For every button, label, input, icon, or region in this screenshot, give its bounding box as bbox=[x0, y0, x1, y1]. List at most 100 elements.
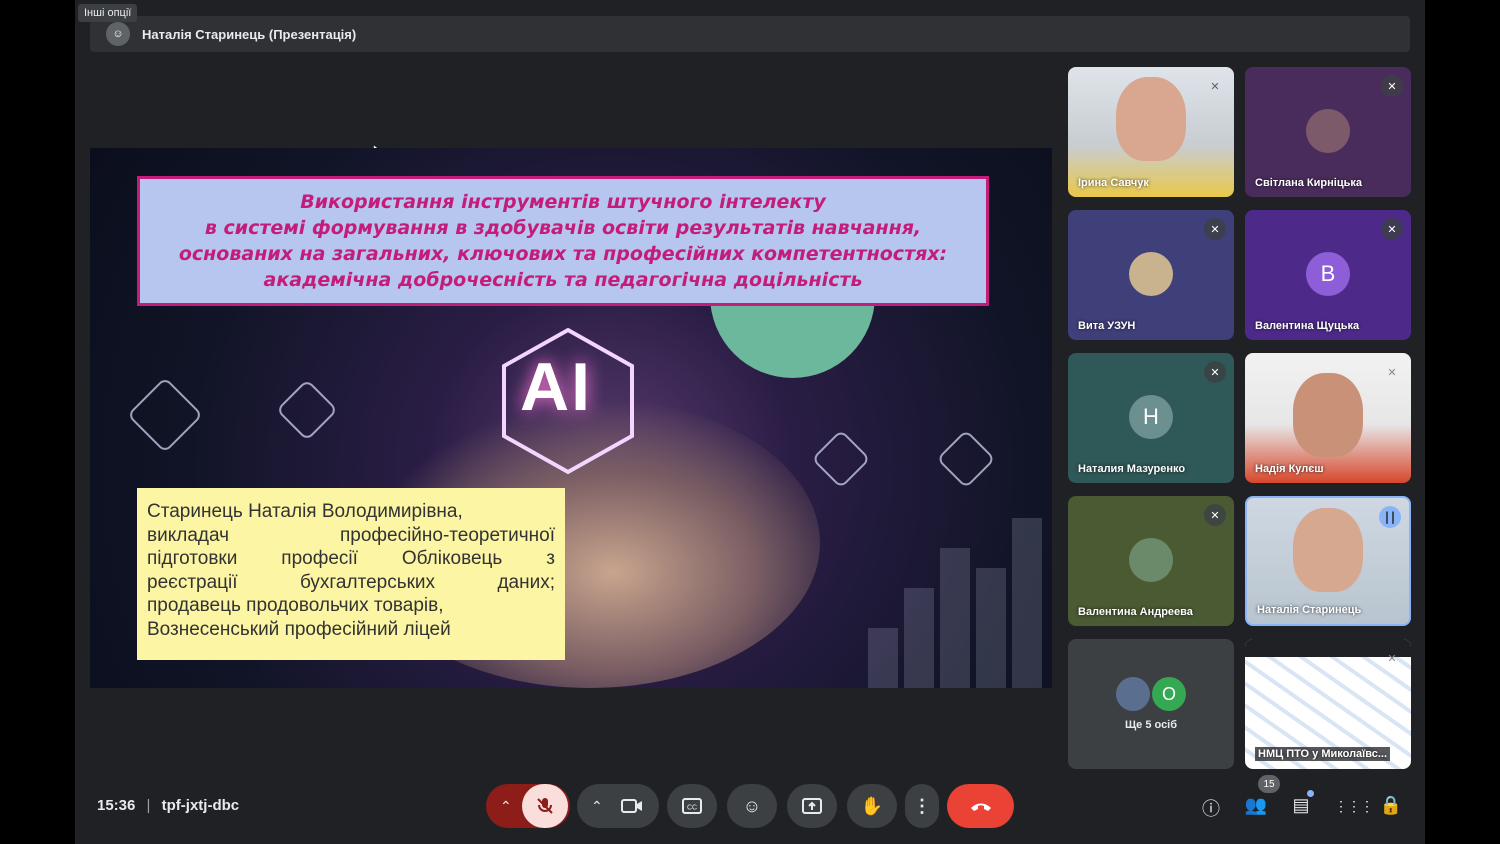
activities-icon: ⋮⋮⋮ bbox=[1334, 798, 1374, 814]
mic-off-icon: ✕ bbox=[1387, 366, 1397, 379]
shared-slide: AI Використання інструментів штучного ін… bbox=[90, 148, 1052, 688]
separator: | bbox=[146, 797, 151, 814]
participant-name: Світлана Кирніцька bbox=[1255, 177, 1362, 189]
people-icon: 👥 bbox=[1244, 795, 1268, 815]
meeting-time: 15:36 bbox=[97, 797, 136, 814]
reactions-button[interactable]: ☺ bbox=[727, 784, 777, 828]
slide-bar-decoration bbox=[868, 518, 1042, 688]
brain-hex-icon bbox=[936, 429, 996, 489]
avatar bbox=[1116, 677, 1150, 711]
more-options-button[interactable]: ⋮ bbox=[905, 784, 939, 828]
host-controls-button[interactable]: 🔒 bbox=[1379, 795, 1403, 816]
video-options-button[interactable]: ⌃ bbox=[577, 784, 659, 828]
participant-tile-speaking[interactable]: ∣∣ Наталія Старинець bbox=[1245, 496, 1411, 626]
participant-name: Наталия Мазуренко bbox=[1078, 463, 1186, 475]
avatar: В bbox=[1306, 252, 1350, 296]
slide-title-box: Використання інструментів штучного інтел… bbox=[137, 176, 989, 306]
avatar bbox=[1129, 252, 1173, 296]
participant-tile[interactable]: ✕ Надія Кулєш bbox=[1245, 353, 1411, 483]
author-line: підготовки професії Обліковець з bbox=[147, 547, 555, 571]
author-word: реєстрації bbox=[147, 571, 238, 593]
speaking-indicator-icon: ∣∣ bbox=[1379, 506, 1401, 528]
hand-raise-icon: ✋ bbox=[860, 795, 884, 816]
participant-name: Ірина Савчук bbox=[1078, 177, 1149, 189]
author-word: підготовки bbox=[147, 548, 238, 569]
mic-off-icon: ✕ bbox=[1381, 218, 1403, 240]
participant-tile[interactable]: Н ✕ Наталия Мазуренко bbox=[1068, 353, 1234, 483]
slide-title-line: в системі формування в здобувачів освіти… bbox=[204, 217, 922, 239]
chevron-up-icon: ⌃ bbox=[591, 797, 603, 814]
mic-off-icon bbox=[537, 798, 553, 814]
present-icon bbox=[802, 798, 822, 814]
camera-icon bbox=[620, 799, 642, 813]
meeting-details: 15:36 | tpf-jxtj-dbc bbox=[97, 797, 239, 814]
bank-hex-icon bbox=[275, 378, 339, 442]
chat-icon: ▤ bbox=[1292, 795, 1310, 815]
participant-video bbox=[1293, 373, 1363, 457]
end-call-icon bbox=[970, 803, 991, 811]
presenter-avatar: ☺ bbox=[106, 22, 130, 46]
captions-button[interactable]: CC bbox=[667, 784, 717, 828]
participant-tile[interactable]: ✕ Ірина Савчук bbox=[1068, 67, 1234, 197]
author-line: Вознесенський професійний ліцей bbox=[147, 618, 451, 640]
participant-video bbox=[1116, 77, 1186, 161]
mic-off-icon: ✕ bbox=[1204, 361, 1226, 383]
author-word: даних; bbox=[497, 571, 555, 593]
present-now-button[interactable] bbox=[787, 784, 837, 828]
more-participants-tile[interactable]: О Ще 5 осіб bbox=[1068, 639, 1234, 769]
activities-button[interactable]: ⋮⋮⋮ bbox=[1334, 795, 1374, 816]
host-controls-icon: 🔒 bbox=[1379, 795, 1403, 815]
lock-hex-icon bbox=[126, 376, 204, 454]
participant-tile[interactable]: ✕ Світлана Кирніцька bbox=[1245, 67, 1411, 197]
shield-hex-icon bbox=[811, 429, 871, 489]
meeting-info-button[interactable]: ⓘ bbox=[1199, 795, 1223, 821]
avatar bbox=[1306, 109, 1350, 153]
slide-title-line: Використання інструментів штучного інтел… bbox=[300, 191, 826, 213]
participant-name: Вита УЗУН bbox=[1078, 320, 1136, 332]
author-line: продавець продовольчих товарів, bbox=[147, 595, 444, 616]
mic-off-icon: ✕ bbox=[1210, 80, 1220, 93]
participant-tile[interactable]: ✕ Вита УЗУН bbox=[1068, 210, 1234, 340]
participant-tile[interactable]: В ✕ Валентина Щуцька bbox=[1245, 210, 1411, 340]
participant-video bbox=[1293, 508, 1363, 592]
participant-name: Надія Кулєш bbox=[1255, 463, 1324, 475]
mic-off-icon: ✕ bbox=[1204, 218, 1226, 240]
leave-call-button[interactable] bbox=[947, 784, 1014, 828]
mic-off-icon: ✕ bbox=[1381, 75, 1403, 97]
avatar: Н bbox=[1129, 395, 1173, 439]
raise-hand-button[interactable]: ✋ bbox=[847, 784, 897, 828]
captions-icon: CC bbox=[682, 798, 702, 814]
author-line: викладач професійно-теоретичної bbox=[147, 524, 555, 548]
author-info-box: Старинець Наталія Володимирівна, виклада… bbox=[137, 488, 565, 660]
presentation-bar[interactable]: ☺ Наталія Старинець (Презентація) bbox=[90, 16, 1410, 52]
other-options-tooltip: Інші опції bbox=[78, 4, 138, 22]
participant-tile[interactable]: ✕ НМЦ ПТО у Миколаївс... bbox=[1245, 639, 1411, 769]
author-line: Старинець Наталія Володимирівна, bbox=[147, 501, 463, 522]
more-options-icon: ⋮ bbox=[913, 795, 931, 816]
author-word: професійно-теоретичної bbox=[339, 524, 555, 546]
ai-label: AI bbox=[520, 349, 592, 425]
author-word: викладач bbox=[147, 524, 230, 546]
author-word: з bbox=[546, 548, 555, 569]
mic-toggle-button[interactable] bbox=[522, 784, 568, 828]
info-icon: ⓘ bbox=[1202, 799, 1220, 819]
people-button[interactable]: 👥 bbox=[1244, 795, 1268, 816]
meeting-code: tpf-jxtj-dbc bbox=[161, 797, 240, 814]
people-count-badge: 15 bbox=[1258, 775, 1280, 793]
avatar: О bbox=[1152, 677, 1186, 711]
slide-title-line: академічна доброчесність та педагогічна … bbox=[263, 269, 863, 291]
author-word: професії bbox=[281, 548, 358, 569]
svg-text:CC: CC bbox=[687, 805, 697, 812]
participant-name: Валентина Андреева bbox=[1078, 606, 1193, 618]
participant-name: Наталія Старинець bbox=[1257, 604, 1362, 616]
emoji-icon: ☺ bbox=[742, 795, 762, 816]
presenter-label: Наталія Старинець (Презентація) bbox=[142, 26, 357, 42]
participant-tile[interactable]: ✕ Валентина Андреева bbox=[1068, 496, 1234, 626]
slide-title-line: основаних на загальних, ключових та проф… bbox=[178, 243, 948, 265]
chat-button[interactable]: ▤ bbox=[1289, 795, 1313, 816]
avatar bbox=[1129, 538, 1173, 582]
chevron-up-icon: ⌃ bbox=[500, 797, 512, 814]
participant-name: НМЦ ПТО у Миколаївс... bbox=[1255, 747, 1391, 761]
mic-off-icon: ✕ bbox=[1204, 504, 1226, 526]
mic-off-icon: ✕ bbox=[1387, 652, 1397, 665]
